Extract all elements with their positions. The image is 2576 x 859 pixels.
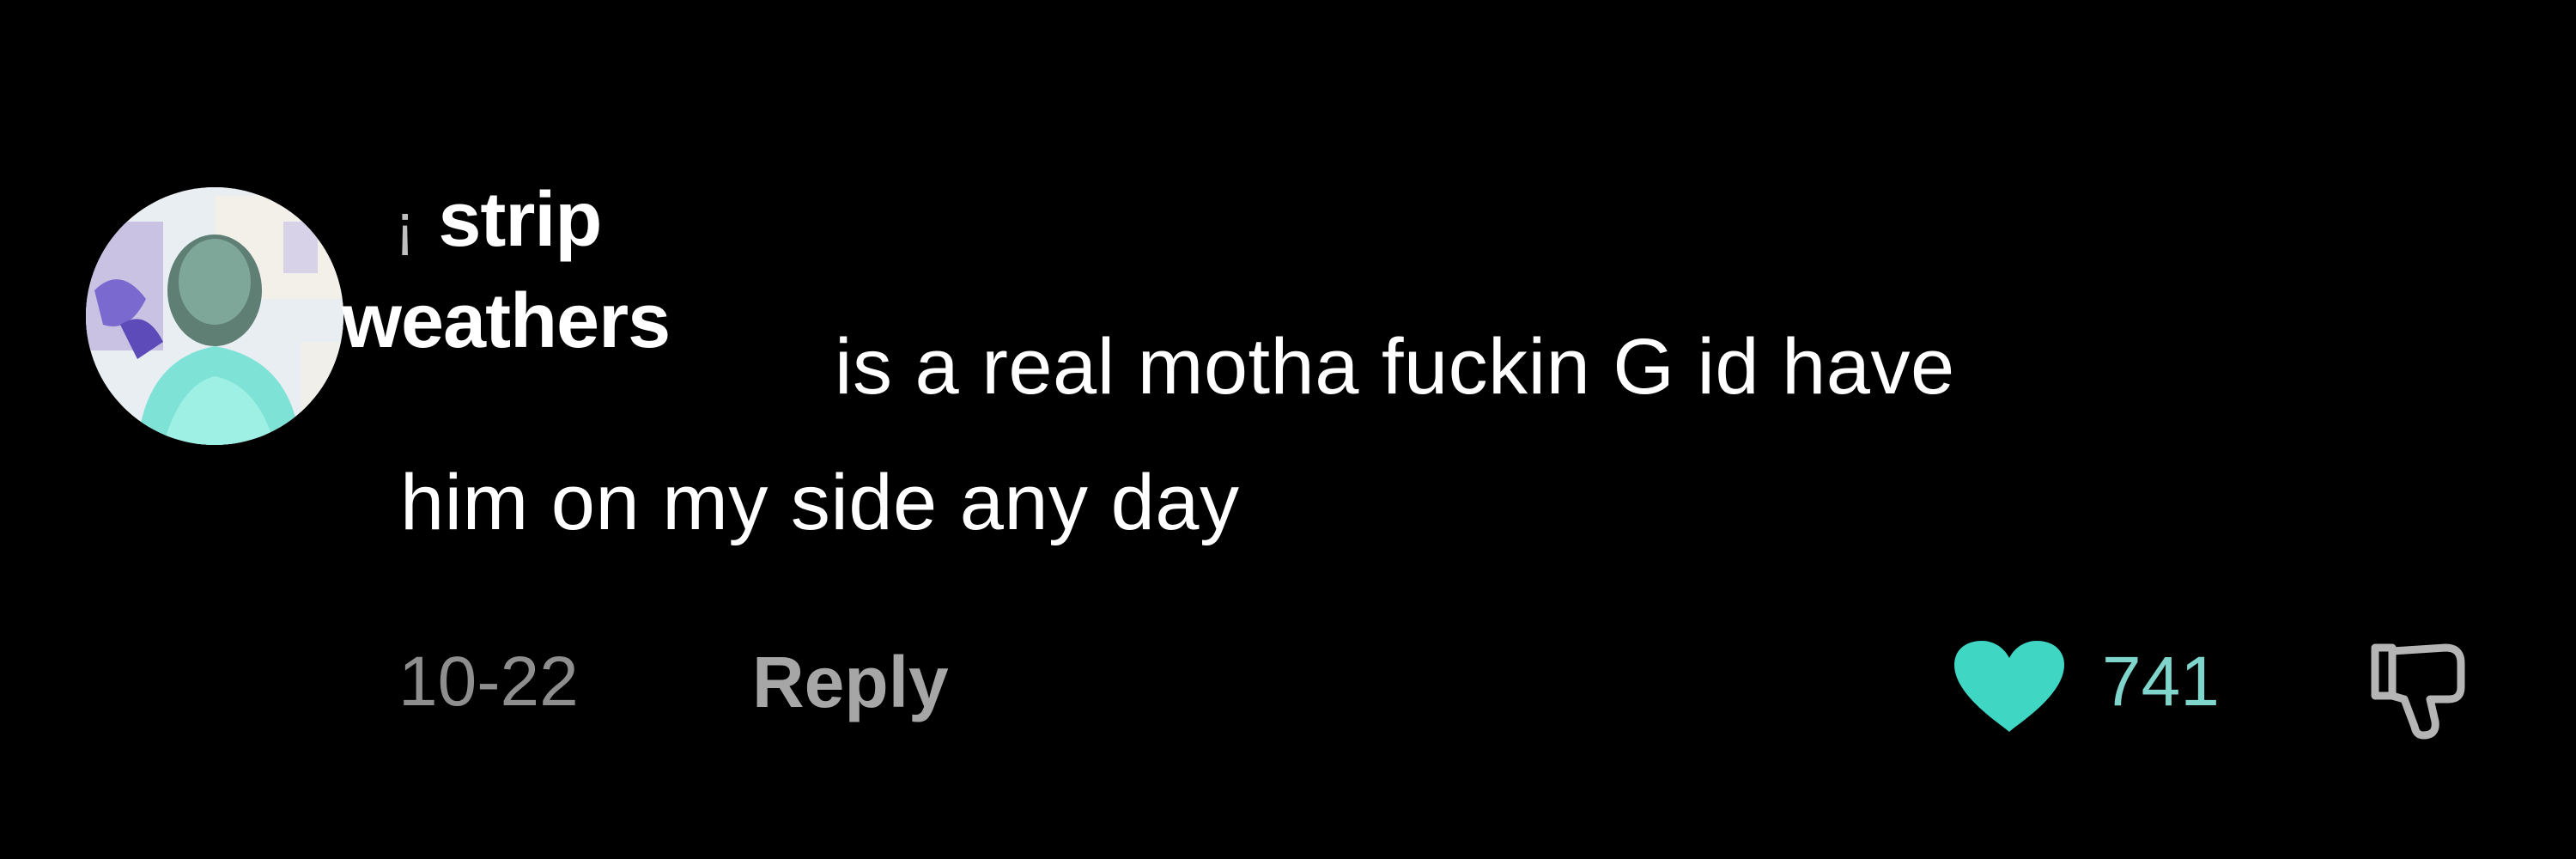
username-line-1: ¡ strip <box>342 172 670 273</box>
like-count: 741 <box>2102 643 2220 721</box>
username-text-2: weathers <box>342 278 671 364</box>
avatar[interactable] <box>86 187 343 445</box>
comment-text-line-2: him on my side any day <box>400 459 1240 546</box>
dislike-button[interactable] <box>2363 639 2475 742</box>
reply-button[interactable]: Reply <box>752 639 949 725</box>
comment-text-line-1: is a real motha fuckin G id have <box>835 323 1955 411</box>
thumbs-down-icon <box>2371 643 2465 740</box>
username-text-1: strip <box>438 177 602 263</box>
heart-icon <box>1954 641 2064 732</box>
like-button[interactable] <box>1947 639 2071 734</box>
comment-date: 10-22 <box>398 643 579 721</box>
username-lead-glyph: ¡ <box>395 192 415 259</box>
username[interactable]: ¡ strip weathers <box>342 172 671 369</box>
avatar-image <box>86 187 343 445</box>
comment: ¡ strip weathers is a real motha fuckin G… <box>0 0 2576 859</box>
